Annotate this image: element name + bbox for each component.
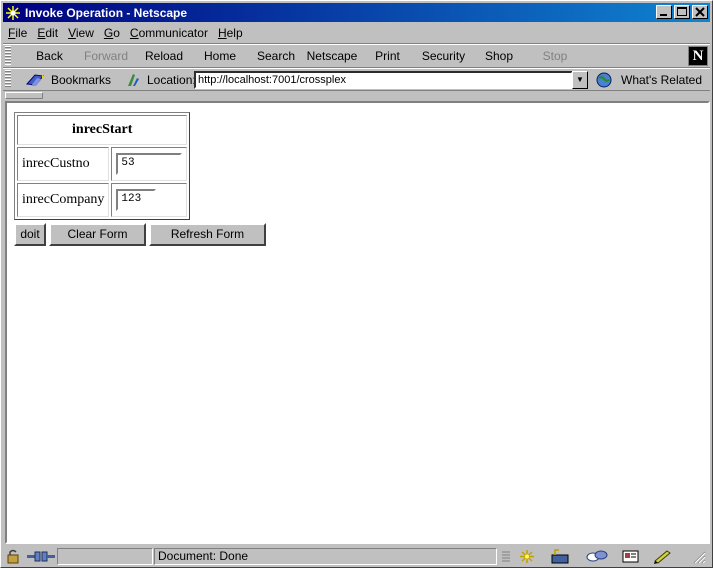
field-cell: 123 bbox=[111, 183, 188, 217]
resize-grip-icon[interactable] bbox=[691, 549, 707, 564]
maximize-button[interactable] bbox=[674, 5, 690, 19]
lock-icon[interactable] bbox=[5, 549, 23, 564]
menu-file[interactable]: File bbox=[3, 26, 32, 40]
composer-icon[interactable] bbox=[621, 549, 643, 564]
navigator-icon[interactable] bbox=[517, 549, 539, 564]
menu-view[interactable]: View bbox=[63, 26, 99, 40]
edit-pencil-icon[interactable] bbox=[653, 549, 675, 564]
netscape-button[interactable]: Netscape bbox=[304, 49, 360, 63]
home-button[interactable]: Home bbox=[192, 49, 248, 63]
status-bar: Document: Done bbox=[3, 546, 710, 567]
minimize-button[interactable] bbox=[656, 5, 672, 19]
netscape-star-icon bbox=[5, 5, 21, 21]
window-title: Invoke Operation - Netscape bbox=[25, 5, 188, 20]
stop-button[interactable]: Stop bbox=[526, 49, 584, 63]
search-button[interactable]: Search bbox=[248, 49, 304, 63]
menu-edit[interactable]: Edit bbox=[32, 26, 63, 40]
bookmarks-button[interactable]: Bookmarks bbox=[25, 71, 111, 89]
connection-plug-icon bbox=[27, 549, 55, 564]
browser-window: Invoke Operation - Netscape File Edit Vi… bbox=[0, 0, 713, 568]
status-text: Document: Done bbox=[154, 548, 497, 565]
url-field[interactable]: http://localhost:7001/crossplex bbox=[194, 71, 573, 89]
status-grip-icon bbox=[501, 549, 513, 564]
field-cell: 53 bbox=[111, 147, 188, 181]
toolbar-grip[interactable] bbox=[5, 70, 11, 88]
whats-related-label: What's Related bbox=[621, 73, 702, 87]
operation-form-table: inrecStart inrecCustno 53 inrecCompany 1… bbox=[14, 112, 191, 220]
back-button[interactable]: Back bbox=[23, 49, 76, 63]
form-header: inrecStart bbox=[17, 115, 188, 145]
url-dropdown-button[interactable]: ▼ bbox=[572, 71, 588, 89]
discussion-groups-icon[interactable] bbox=[585, 549, 611, 564]
menu-go[interactable]: Go bbox=[99, 26, 125, 40]
mailbox-icon[interactable] bbox=[549, 549, 575, 564]
menu-help[interactable]: Help bbox=[213, 26, 248, 40]
close-button[interactable] bbox=[692, 5, 708, 19]
clear-form-button[interactable]: Clear Form bbox=[49, 223, 146, 246]
toolbar-tab[interactable] bbox=[5, 92, 43, 99]
whats-related-button[interactable]: What's Related bbox=[595, 71, 702, 89]
reload-button[interactable]: Reload bbox=[136, 49, 192, 63]
globe-icon bbox=[595, 72, 615, 88]
location-toolbar: Bookmarks Location: http://localhost:700… bbox=[3, 67, 710, 90]
print-button[interactable]: Print bbox=[360, 49, 415, 63]
menu-communicator[interactable]: Communicator bbox=[125, 26, 213, 40]
table-row: inrecCompany 123 bbox=[17, 183, 188, 217]
company-input[interactable]: 123 bbox=[116, 189, 157, 211]
refresh-form-button[interactable]: Refresh Form bbox=[149, 223, 266, 246]
location-label-group: Location: bbox=[125, 71, 196, 89]
title-bar: Invoke Operation - Netscape bbox=[3, 3, 710, 22]
progress-panel bbox=[57, 548, 153, 565]
field-label-company: inrecCompany bbox=[17, 183, 110, 217]
collapsed-toolbar-strip bbox=[3, 90, 710, 99]
navigation-toolbar: Back Forward Reload Home Search Netscape… bbox=[3, 43, 710, 67]
bookmarks-icon bbox=[25, 72, 47, 88]
netscape-n-logo[interactable]: N bbox=[688, 46, 708, 66]
menu-bar: File Edit View Go Communicator Help bbox=[3, 23, 710, 42]
location-icon[interactable] bbox=[125, 72, 143, 88]
bookmarks-label: Bookmarks bbox=[51, 73, 112, 87]
location-label: Location: bbox=[147, 73, 196, 87]
doit-button[interactable]: doit bbox=[14, 223, 46, 246]
table-row: inrecCustno 53 bbox=[17, 147, 188, 181]
forward-button[interactable]: Forward bbox=[76, 49, 136, 63]
field-label-custno: inrecCustno bbox=[17, 147, 110, 181]
shop-button[interactable]: Shop bbox=[472, 49, 526, 63]
page-content: inrecStart inrecCustno 53 inrecCompany 1… bbox=[5, 101, 710, 544]
security-button[interactable]: Security bbox=[415, 49, 472, 63]
custno-input[interactable]: 53 bbox=[116, 153, 183, 175]
toolbar-grip[interactable] bbox=[5, 46, 11, 65]
